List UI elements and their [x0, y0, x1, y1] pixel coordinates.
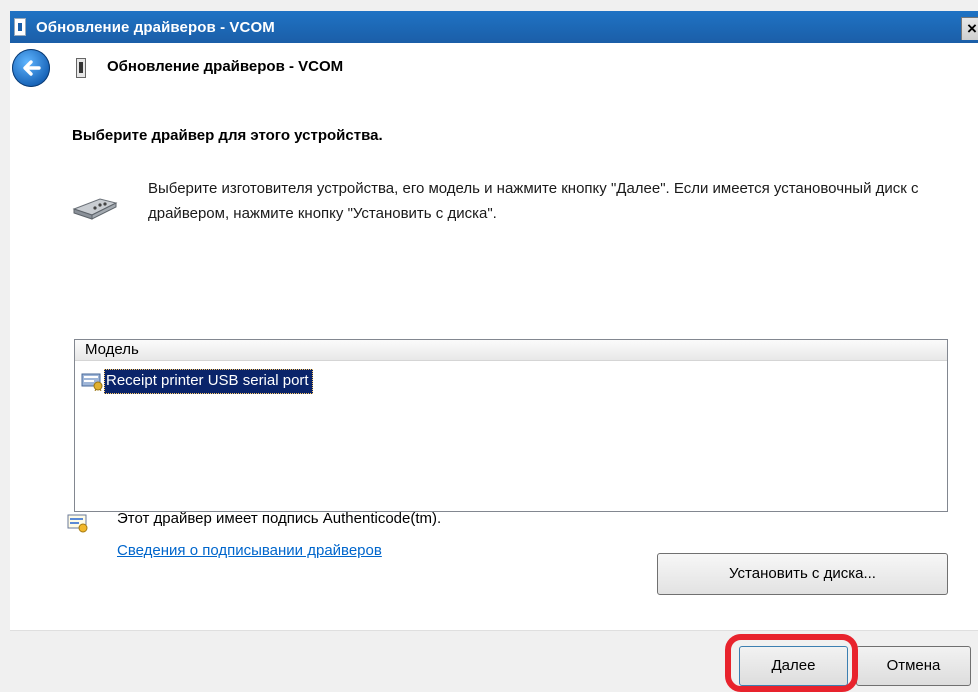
wizard-content: Обновление драйверов - VCOM Выберите дра…: [10, 43, 978, 630]
wizard-title: Обновление драйверов - VCOM: [107, 58, 344, 75]
model-list[interactable]: Модель Receipt printer USB serial port: [74, 339, 948, 512]
certificate-icon: [67, 514, 88, 533]
close-button[interactable]: ×: [961, 17, 978, 40]
back-arrow-icon: [23, 60, 41, 76]
cancel-button[interactable]: Отмена: [856, 646, 971, 686]
title-bar[interactable]: Обновление драйверов - VCOM ×: [10, 11, 978, 43]
window-title: Обновление драйверов - VCOM: [36, 18, 275, 36]
instruction-text: Выберите изготовителя устройства, его мо…: [148, 180, 919, 222]
wizard-header: Обновление драйверов - VCOM: [10, 43, 978, 93]
driver-certificate-icon: [81, 373, 103, 391]
device-icon: [76, 58, 86, 78]
serial-port-icon: [72, 198, 118, 220]
signature-status: Этот драйвер имеет подпись Authenticode(…: [117, 510, 442, 527]
list-item-label: Receipt printer USB serial port: [104, 368, 313, 394]
device-manager-icon: [14, 18, 26, 36]
next-button[interactable]: Далее: [739, 646, 848, 686]
footer-divider: [10, 630, 978, 631]
model-column-header[interactable]: Модель: [75, 340, 947, 361]
page-heading: Выберите драйвер для этого устройства.: [72, 127, 383, 144]
driver-update-window: Обновление драйверов - VCOM × Обновление…: [0, 0, 978, 692]
list-item[interactable]: Receipt printer USB serial port: [81, 367, 313, 395]
driver-signing-link[interactable]: Сведения о подписывании драйверов: [117, 542, 382, 559]
have-disk-button[interactable]: Установить с диска...: [657, 553, 948, 595]
back-button[interactable]: [12, 49, 50, 87]
